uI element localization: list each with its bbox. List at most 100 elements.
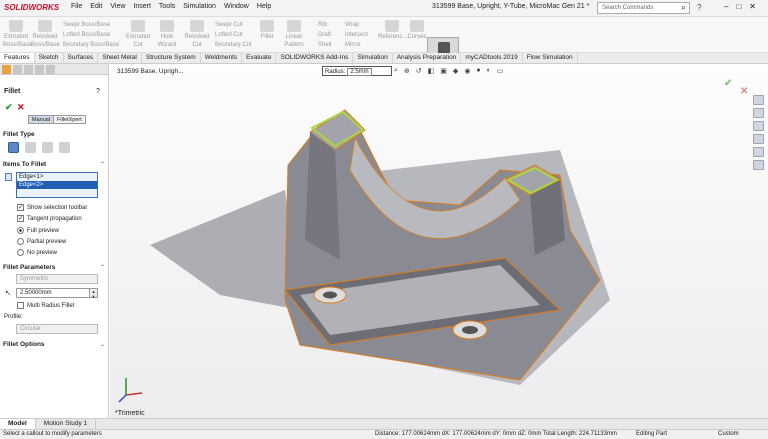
- swept-boss-button[interactable]: Swept Boss/Base: [63, 22, 110, 28]
- search-commands-input[interactable]: Search Commands: [597, 2, 690, 14]
- curves-button[interactable]: Curves: [407, 20, 427, 41]
- radius-spinner[interactable]: ▲ ▼: [89, 288, 98, 299]
- variable-size-fillet-icon[interactable]: [25, 142, 36, 153]
- revolved-boss-button[interactable]: Revolved Boss/Base: [31, 20, 60, 49]
- no-preview-radio[interactable]: No preview: [17, 249, 57, 256]
- menu-help[interactable]: Help: [257, 3, 271, 10]
- cancel-icon[interactable]: ✕: [17, 102, 25, 113]
- tab-mycadtools[interactable]: myCADtools 2019: [461, 53, 523, 63]
- radius-callout[interactable]: Radius: 2.5mm: [322, 66, 392, 76]
- tab-simulation[interactable]: Simulation: [353, 53, 393, 63]
- graphics-area[interactable]: [110, 64, 768, 429]
- collapse-icon[interactable]: ⌃: [100, 264, 105, 271]
- constant-size-fillet-icon[interactable]: [8, 142, 19, 153]
- filletxpert-tab[interactable]: FilletXpert: [53, 115, 86, 124]
- radius-input[interactable]: 2.50000mm: [16, 288, 90, 298]
- scene-icon[interactable]: ◐: [487, 67, 491, 75]
- tab-flow-simulation[interactable]: Flow Simulation: [523, 53, 578, 63]
- tab-surfaces[interactable]: Surfaces: [64, 53, 99, 63]
- items-list[interactable]: Edge<1> Edge<2>: [16, 172, 98, 198]
- tangent-propagation-checkbox[interactable]: ✓ Tangent propagation: [17, 215, 82, 222]
- boundary-cut-button[interactable]: Boundary Cut: [215, 42, 252, 48]
- confirm-ok-icon[interactable]: ✔: [724, 78, 732, 89]
- list-item[interactable]: Edge<2>: [17, 181, 97, 189]
- model-view[interactable]: [110, 64, 768, 429]
- menu-window[interactable]: Window: [224, 3, 249, 10]
- face-fillet-icon[interactable]: [42, 142, 53, 153]
- display-manager-icon[interactable]: [46, 65, 55, 74]
- full-round-fillet-icon[interactable]: [59, 142, 70, 153]
- tab-structure-system[interactable]: Structure System: [142, 53, 201, 63]
- dimxpert-icon[interactable]: [35, 65, 44, 74]
- section-view-icon[interactable]: ◧: [428, 67, 435, 75]
- appearances-icon[interactable]: [753, 147, 764, 157]
- view-orientation-icon[interactable]: ▣: [440, 67, 447, 75]
- boundary-boss-button[interactable]: Boundary Boss/Base: [63, 42, 119, 48]
- list-item[interactable]: Edge<1>: [17, 173, 97, 181]
- status-units[interactable]: Custom: [718, 431, 739, 437]
- design-library-icon[interactable]: [753, 108, 764, 118]
- fillet-button[interactable]: Fillet: [259, 20, 275, 41]
- ok-icon[interactable]: ✔: [5, 102, 13, 113]
- fillet-options-header[interactable]: Fillet Options: [3, 341, 45, 348]
- tab-sheet-metal[interactable]: Sheet Metal: [98, 53, 142, 63]
- resources-icon[interactable]: [753, 95, 764, 105]
- view-palette-icon[interactable]: [753, 134, 764, 144]
- menu-tools[interactable]: Tools: [159, 3, 175, 10]
- tab-addins[interactable]: SOLIDWORKS Add-Ins: [276, 53, 354, 63]
- lofted-cut-button[interactable]: Lofted Cut: [215, 32, 243, 38]
- tab-weldments[interactable]: Weldments: [201, 53, 243, 63]
- maximize-icon[interactable]: □: [736, 2, 741, 11]
- symmetric-select[interactable]: Symmetric: [16, 274, 98, 284]
- multi-radius-checkbox[interactable]: Multi Radius Fillet: [17, 302, 74, 309]
- fillet-parameters-header[interactable]: Fillet Parameters: [3, 264, 55, 271]
- help-icon[interactable]: ?: [96, 88, 100, 95]
- items-to-fillet-header[interactable]: Items To Fillet: [3, 161, 46, 168]
- tab-features[interactable]: Features: [0, 53, 35, 63]
- reference-geometry-button[interactable]: Referenc...: [378, 20, 407, 41]
- display-style-icon[interactable]: ◆: [453, 67, 458, 75]
- full-preview-radio[interactable]: Full preview: [17, 227, 59, 234]
- feature-tree-flyout[interactable]: 313599 Base, Uprigh...: [117, 68, 184, 75]
- menu-view[interactable]: View: [110, 3, 125, 10]
- close-icon[interactable]: ✕: [749, 2, 756, 11]
- solidworks-logo[interactable]: SOLIDWORKS: [4, 3, 59, 12]
- previous-view-icon[interactable]: ↺: [416, 67, 422, 75]
- collapse-icon[interactable]: ⌃: [100, 161, 105, 168]
- rib-button[interactable]: Rib: [318, 22, 327, 28]
- help-icon[interactable]: ?: [697, 3, 701, 12]
- tab-model[interactable]: Model: [0, 419, 36, 429]
- linear-pattern-button[interactable]: Linear Pattern: [276, 20, 312, 49]
- expand-icon[interactable]: ⌄: [100, 341, 105, 348]
- draft-button[interactable]: Draft: [318, 32, 331, 38]
- fillet-type-header[interactable]: Fillet Type: [3, 131, 35, 138]
- menu-file[interactable]: File: [71, 3, 82, 10]
- appearance-icon[interactable]: ●: [476, 67, 480, 75]
- menu-insert[interactable]: Insert: [133, 3, 151, 10]
- extruded-boss-button[interactable]: Extruded Boss/Base: [3, 20, 32, 49]
- file-explorer-icon[interactable]: [753, 121, 764, 131]
- menu-edit[interactable]: Edit: [90, 3, 102, 10]
- tab-motion-study[interactable]: Motion Study 1: [36, 419, 97, 429]
- tab-sketch[interactable]: Sketch: [35, 53, 64, 63]
- mirror-button[interactable]: Mirror: [345, 42, 361, 48]
- wrap-button[interactable]: Wrap: [345, 22, 359, 28]
- lofted-boss-button[interactable]: Lofted Boss/Base: [63, 32, 110, 38]
- search-icon[interactable]: ⌕: [681, 2, 686, 13]
- partial-preview-radio[interactable]: Partial preview: [17, 238, 66, 245]
- intersect-button[interactable]: Intersect: [345, 32, 368, 38]
- show-selection-toolbar-checkbox[interactable]: ✓ Show selection toolbar: [17, 204, 87, 211]
- extruded-cut-button[interactable]: Extruded Cut: [125, 20, 151, 49]
- profile-select[interactable]: Circular: [16, 324, 98, 334]
- tab-evaluate[interactable]: Evaluate: [242, 53, 277, 63]
- hole-wizard-button[interactable]: Hole Wizard: [152, 20, 182, 49]
- swept-cut-button[interactable]: Swept Cut: [215, 22, 243, 28]
- shell-button[interactable]: Shell: [318, 42, 331, 48]
- property-manager-icon[interactable]: [13, 65, 22, 74]
- minimize-icon[interactable]: –: [724, 2, 728, 11]
- revolved-cut-button[interactable]: Revolved Cut: [184, 20, 210, 49]
- feature-tree-icon[interactable]: [2, 65, 11, 74]
- manual-tab[interactable]: Manual: [28, 115, 55, 124]
- configuration-icon[interactable]: [24, 65, 33, 74]
- view-settings-icon[interactable]: ▭: [497, 67, 504, 75]
